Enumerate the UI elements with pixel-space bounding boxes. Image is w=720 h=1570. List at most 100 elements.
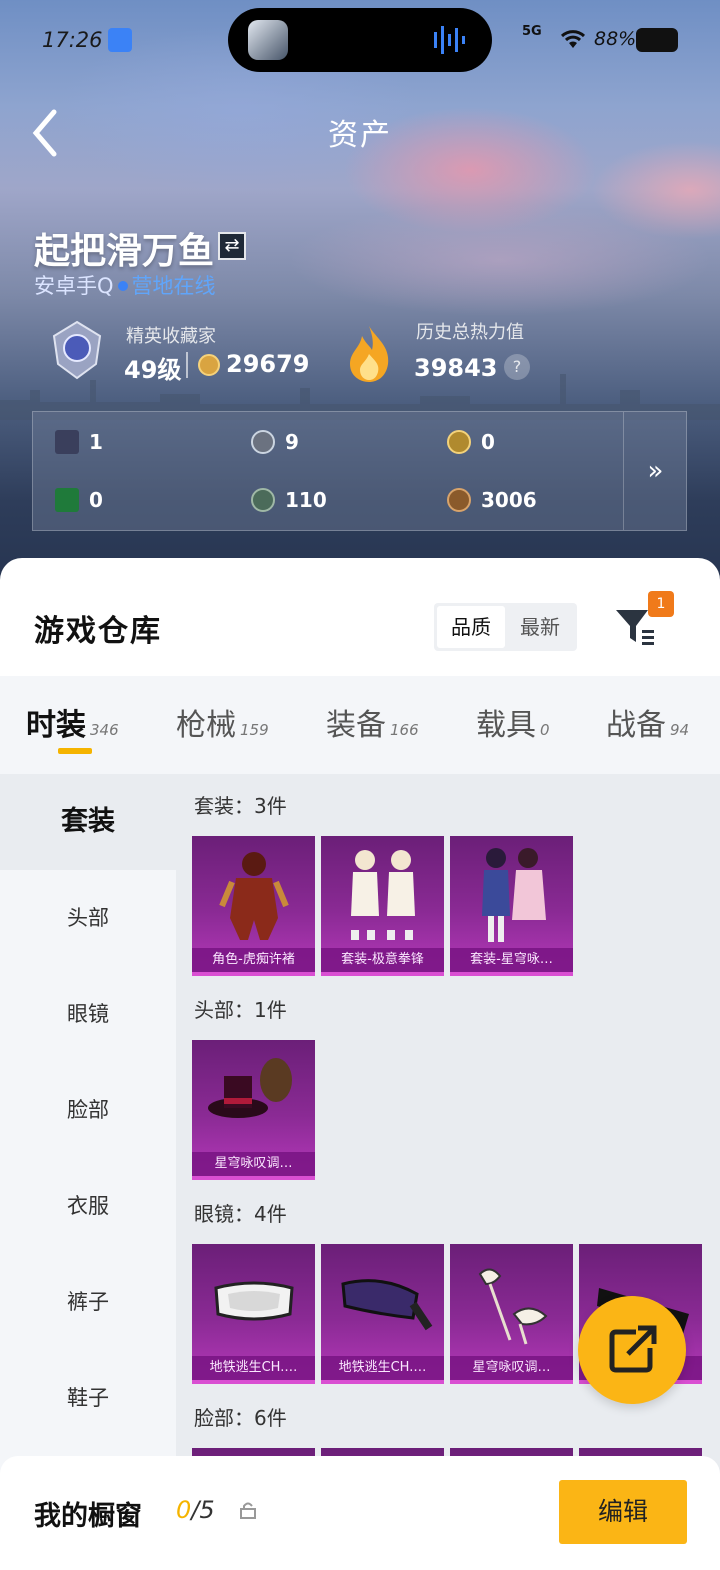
- item-card[interactable]: 星穹咏叹调…: [450, 1244, 573, 1384]
- item-card[interactable]: 角色-虎痴许褚: [192, 836, 315, 976]
- battery-icon: [636, 28, 678, 52]
- share-button[interactable]: [578, 1296, 686, 1404]
- online-dot-icon: [117, 281, 128, 291]
- bronze-coin-icon: [447, 488, 471, 512]
- showcase-count: 0/5: [176, 1496, 215, 1524]
- section-label-head: 头部：1件: [194, 998, 287, 1022]
- help-icon[interactable]: ?: [504, 354, 530, 380]
- tab-fashion[interactable]: 时装 346: [26, 700, 119, 744]
- expand-currency-button[interactable]: »: [623, 412, 687, 530]
- media-avatar: [248, 20, 288, 60]
- page-title: 资产: [328, 118, 392, 153]
- rank-badge-icon: [52, 320, 102, 380]
- goggles-icon: [214, 1281, 294, 1321]
- section-label-glasses: 眼镜：4件: [194, 1202, 287, 1226]
- dual-character-icon: [351, 850, 415, 940]
- section-label-suits: 套装：3件: [194, 794, 287, 818]
- item-name: 星穹咏叹调…: [192, 1152, 315, 1176]
- hat-icon: [208, 1058, 292, 1118]
- platform-label: 安卓手Q: [34, 274, 114, 298]
- tab-count: 346: [90, 721, 119, 739]
- sort-quality-button[interactable]: 品质: [437, 606, 505, 648]
- tab-label: 枪械: [176, 708, 236, 743]
- currency-value: 1: [89, 430, 103, 454]
- coin-value: 29679: [226, 350, 310, 378]
- tab-count: 159: [240, 721, 269, 739]
- item-card[interactable]: 地铁逃生CH.…: [321, 1244, 444, 1384]
- gold-token-icon: [447, 430, 471, 454]
- item-card[interactable]: 套装-星穹咏…: [450, 836, 573, 976]
- item-name: 角色-虎痴许褚: [192, 948, 315, 972]
- green-orb-icon: [251, 488, 275, 512]
- item-name: 星穹咏叹调…: [450, 1356, 573, 1380]
- battery-percent: 88%: [594, 28, 637, 50]
- cloud-app-icon: [108, 28, 132, 52]
- item-card[interactable]: 地铁逃生CH.…: [192, 1244, 315, 1384]
- item-name: 套装-星穹咏…: [450, 948, 573, 972]
- dual-character-icon: [482, 848, 546, 942]
- clock: 17:26: [42, 28, 103, 52]
- item-grid: 套装：3件 角色-虎痴许褚 套装-极意拳锋 套装-星穹咏… 头部：1件 星穹咏叹…: [176, 774, 720, 1570]
- item-card[interactable]: 星穹咏叹调…: [192, 1040, 315, 1180]
- status-bar: 17:26 5G 88%: [0, 0, 720, 80]
- wifi-icon: [560, 30, 586, 48]
- tab-label: 载具: [476, 708, 536, 743]
- sidebar-item-shoes[interactable]: 鞋子: [0, 1350, 176, 1446]
- heat-label: 历史总热力值: [416, 322, 524, 343]
- flame-icon: [350, 326, 389, 382]
- sidebar-item-head[interactable]: 头部: [0, 870, 176, 966]
- heat-value: 39843: [414, 354, 498, 382]
- showcase-bar: 我的橱窗 0/5 编辑: [0, 1456, 720, 1570]
- showcase-total: /5: [191, 1496, 215, 1524]
- item-name: 地铁逃生CH.…: [192, 1356, 315, 1380]
- filter-count-badge: 1: [648, 591, 674, 617]
- item-name: 地铁逃生CH.…: [321, 1356, 444, 1380]
- armor-character-icon: [219, 852, 289, 940]
- tab-combat-gear[interactable]: 战备 94: [606, 700, 689, 744]
- currency-value: 110: [285, 488, 327, 512]
- tab-label: 装备: [326, 708, 386, 743]
- sort-toggle: 品质 最新: [434, 603, 577, 651]
- dynamic-island[interactable]: [228, 8, 492, 72]
- divider: [186, 352, 188, 378]
- tab-count: 0: [540, 721, 550, 739]
- coin-icon: [198, 354, 220, 376]
- tab-vehicles[interactable]: 载具 0: [476, 700, 550, 744]
- showcase-current: 0: [176, 1496, 192, 1524]
- tab-equipment[interactable]: 装备 166: [326, 700, 419, 744]
- category-tabs: 时装 346 枪械 159 装备 166 载具 0 战备 94: [0, 676, 720, 774]
- warehouse-title: 游戏仓库: [34, 614, 162, 649]
- item-name: 套装-极意拳锋: [321, 948, 444, 972]
- currency-value: 3006: [481, 488, 537, 512]
- mask-icon: [478, 1268, 548, 1345]
- tab-count: 166: [390, 721, 419, 739]
- showcase-label: 我的橱窗: [34, 1501, 142, 1532]
- audio-wave-icon: [434, 26, 465, 54]
- lock-icon: [240, 1502, 256, 1519]
- tab-weapons[interactable]: 枪械 159: [176, 700, 269, 744]
- sidebar-item-clothes[interactable]: 衣服: [0, 1158, 176, 1254]
- green-card-icon: [55, 488, 79, 512]
- sidebar-item-suit[interactable]: 套装: [0, 774, 176, 870]
- player-subline: 安卓手Q 营地在线: [34, 270, 216, 300]
- sidebar-item-face[interactable]: 脸部: [0, 1062, 176, 1158]
- share-icon: [609, 1325, 657, 1373]
- active-tab-indicator: [58, 748, 92, 754]
- currency-value: 0: [89, 488, 103, 512]
- silver-token-icon: [251, 430, 275, 454]
- player-name: 起把滑万鱼: [34, 231, 215, 272]
- edit-button[interactable]: 编辑: [559, 1480, 687, 1544]
- currency-value: 0: [481, 430, 495, 454]
- sidebar-item-pants[interactable]: 裤子: [0, 1254, 176, 1350]
- currency-panel: 1 9 0 0 110 3006 »: [32, 411, 687, 531]
- swap-account-icon[interactable]: ⇄: [218, 232, 246, 260]
- tab-label: 时装: [26, 708, 86, 743]
- rank-label: 精英收藏家: [126, 326, 216, 347]
- item-card[interactable]: 套装-极意拳锋: [321, 836, 444, 976]
- sort-latest-button[interactable]: 最新: [506, 606, 574, 648]
- sidebar: 套装 头部 眼镜 脸部 衣服 裤子 鞋子: [0, 774, 176, 1570]
- tab-label: 战备: [606, 708, 666, 743]
- online-status: 营地在线: [131, 274, 216, 298]
- sidebar-item-glasses[interactable]: 眼镜: [0, 966, 176, 1062]
- signal-icon: 5G: [522, 24, 542, 39]
